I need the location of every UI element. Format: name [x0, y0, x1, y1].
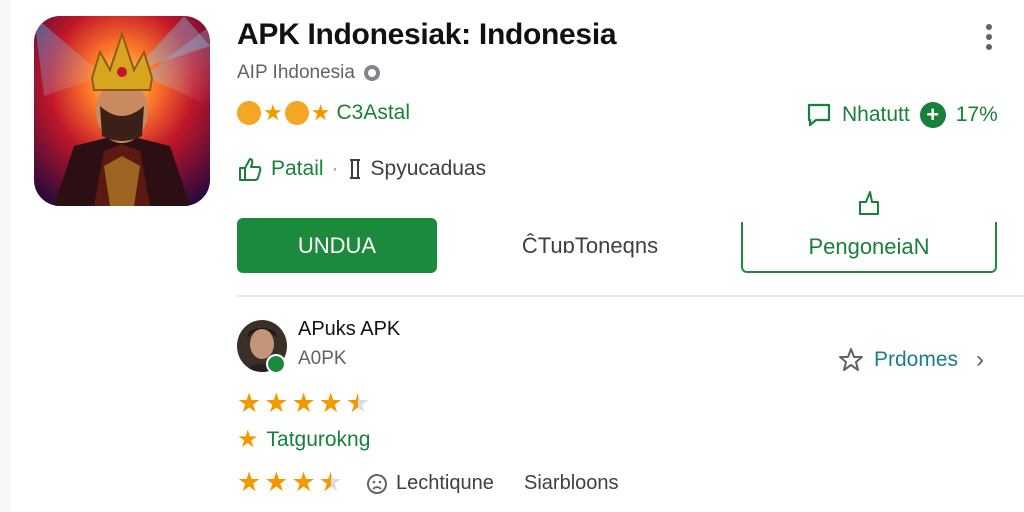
star-rating-1: ★ ★ ★ ★ ★ [237, 390, 370, 417]
more-options-icon[interactable] [980, 22, 998, 52]
star-icon: ★ [237, 388, 262, 418]
share-up-icon [859, 191, 879, 215]
meta-green-label: Patail [271, 157, 324, 180]
section-divider [237, 295, 1024, 297]
star-rating-2: ★ ★ ★ ★ [237, 469, 343, 496]
app-title: APK Indonesiak: Indonesia [237, 18, 617, 51]
surprised-emoji-icon [284, 101, 309, 125]
star-icon: ★ [264, 467, 289, 497]
meta-row: Patail · Spyucaduas [237, 156, 486, 182]
tag-row: ★ Tatgurokng [237, 428, 370, 452]
secondary-text-button[interactable]: ĈTuɒToneqns [490, 218, 690, 273]
download-button[interactable]: UNDUA [237, 218, 437, 273]
emoji-rating-label: C3Astal [336, 101, 410, 124]
plus-icon[interactable]: + [919, 102, 946, 128]
bottom-label-2: Siarbloons [524, 472, 619, 494]
message-icon [807, 103, 831, 127]
app-icon[interactable] [34, 16, 210, 206]
developer-name: AIP Ihdonesia [237, 62, 355, 83]
promo-label: Prdomes [874, 348, 959, 371]
game-king-art-icon [34, 16, 210, 206]
outline-button[interactable]: PengoneiaN [741, 222, 997, 273]
stat-value: 17% [955, 103, 998, 126]
bottom-label-1: Lechtiqune [396, 472, 494, 494]
star-icon: ★ [291, 388, 316, 418]
dot-icon [986, 44, 992, 50]
dot-icon [986, 34, 992, 40]
star-icon: ★ [318, 388, 343, 418]
star-outline-icon [839, 348, 863, 371]
half-star-icon: ★ [318, 467, 343, 497]
emoji-rating-row: ★ ★ C3Astal [237, 98, 410, 128]
star-icon: ★ [264, 388, 289, 418]
separator-dot: · [331, 157, 339, 180]
smile-emoji-icon [237, 101, 261, 125]
meta-grey-label: Spyucaduas [370, 157, 487, 180]
globe-icon [363, 65, 380, 81]
star-icon: ★ [237, 467, 262, 497]
star-icon: ★ [291, 467, 316, 497]
stat-row: Nhatutt + 17% [806, 102, 998, 128]
document-icon [349, 159, 360, 179]
thumbs-up-icon [239, 158, 262, 181]
promo-link[interactable]: Prdomes › [838, 346, 984, 374]
verified-badge-icon [266, 354, 286, 374]
stat-label: Nhatutt [842, 103, 910, 126]
star-icon: ★ [310, 100, 331, 125]
tag-label: Tatgurokng [266, 428, 371, 451]
star-icon: ★ [237, 426, 259, 453]
bottom-label-2-row: Siarbloons [524, 472, 619, 495]
half-star-icon: ★ [345, 388, 371, 418]
sad-face-icon [367, 473, 387, 494]
reviewer-subtitle: A0PK [298, 348, 347, 369]
chevron-right-icon: › [976, 346, 985, 373]
bottom-label-1-row: Lechtiqune [366, 472, 494, 495]
star-icon: ★ [263, 100, 283, 125]
developer-row[interactable]: AIP Ihdonesia [237, 62, 381, 84]
reviewer-name: APuks APK [298, 318, 401, 340]
dot-icon [986, 24, 992, 30]
